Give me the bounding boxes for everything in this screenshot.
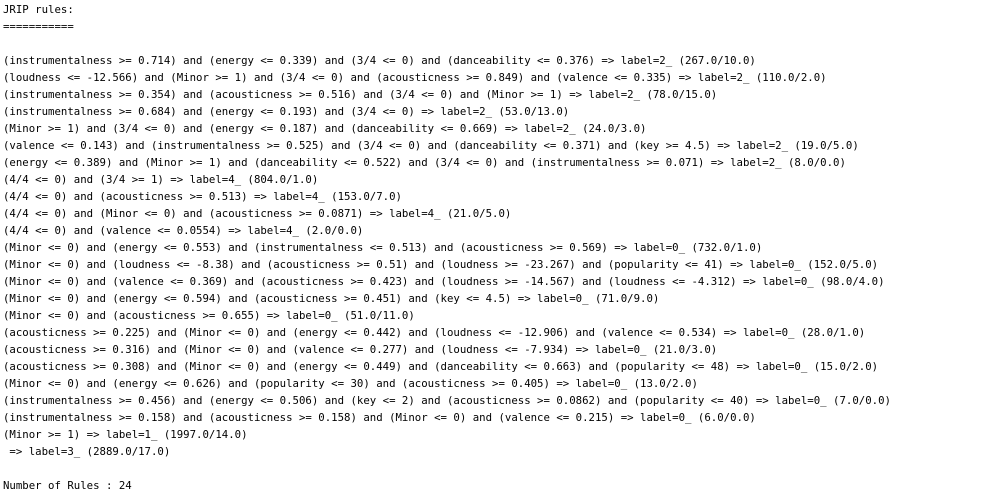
rule-line: (instrumentalness >= 0.714) and (energy … bbox=[3, 54, 756, 67]
rule-line: (Minor <= 0) and (valence <= 0.369) and … bbox=[3, 275, 885, 288]
rule-line: (energy <= 0.389) and (Minor >= 1) and (… bbox=[3, 156, 846, 169]
rules-title: JRIP rules: bbox=[3, 3, 74, 16]
rule-line: (Minor <= 0) and (loudness <= -8.38) and… bbox=[3, 258, 879, 271]
rule-line: (4/4 <= 0) and (acousticness >= 0.513) =… bbox=[3, 190, 402, 203]
rule-line: (4/4 <= 0) and (Minor <= 0) and (acousti… bbox=[3, 207, 512, 220]
rule-line: (loudness <= -12.566) and (Minor >= 1) a… bbox=[3, 71, 827, 84]
number-of-rules: Number of Rules : 24 bbox=[3, 479, 132, 492]
rule-line: (acousticness >= 0.308) and (Minor <= 0)… bbox=[3, 360, 879, 373]
rule-line: (instrumentalness >= 0.354) and (acousti… bbox=[3, 88, 718, 101]
classifier-output-pane[interactable]: JRIP rules: =========== (instrumentalnes… bbox=[0, 0, 983, 499]
rules-title-underline: =========== bbox=[3, 20, 74, 33]
rule-line: (Minor >= 1) and (3/4 <= 0) and (energy … bbox=[3, 122, 647, 135]
rule-line: (acousticness >= 0.225) and (Minor <= 0)… bbox=[3, 326, 866, 339]
rule-line: (4/4 <= 0) and (valence <= 0.0554) => la… bbox=[3, 224, 364, 237]
rule-line: (Minor >= 1) => label=1_ (1997.0/14.0) bbox=[3, 428, 248, 441]
rule-line: => label=3_ (2889.0/17.0) bbox=[3, 445, 171, 458]
rule-line: (acousticness >= 0.316) and (Minor <= 0)… bbox=[3, 343, 718, 356]
rule-line: (instrumentalness >= 0.456) and (energy … bbox=[3, 394, 891, 407]
rule-line: (Minor <= 0) and (acousticness >= 0.655)… bbox=[3, 309, 415, 322]
rule-line: (instrumentalness >= 0.684) and (energy … bbox=[3, 105, 570, 118]
rule-line: (4/4 <= 0) and (3/4 >= 1) => label=4_ (8… bbox=[3, 173, 319, 186]
rule-list: (instrumentalness >= 0.714) and (energy … bbox=[3, 52, 983, 460]
rule-line: (instrumentalness >= 0.158) and (acousti… bbox=[3, 411, 756, 424]
rule-line: (Minor <= 0) and (energy <= 0.594) and (… bbox=[3, 292, 660, 305]
rule-line: (Minor <= 0) and (energy <= 0.553) and (… bbox=[3, 241, 763, 254]
rule-line: (valence <= 0.143) and (instrumentalness… bbox=[3, 139, 859, 152]
rule-line: (Minor <= 0) and (energy <= 0.626) and (… bbox=[3, 377, 698, 390]
